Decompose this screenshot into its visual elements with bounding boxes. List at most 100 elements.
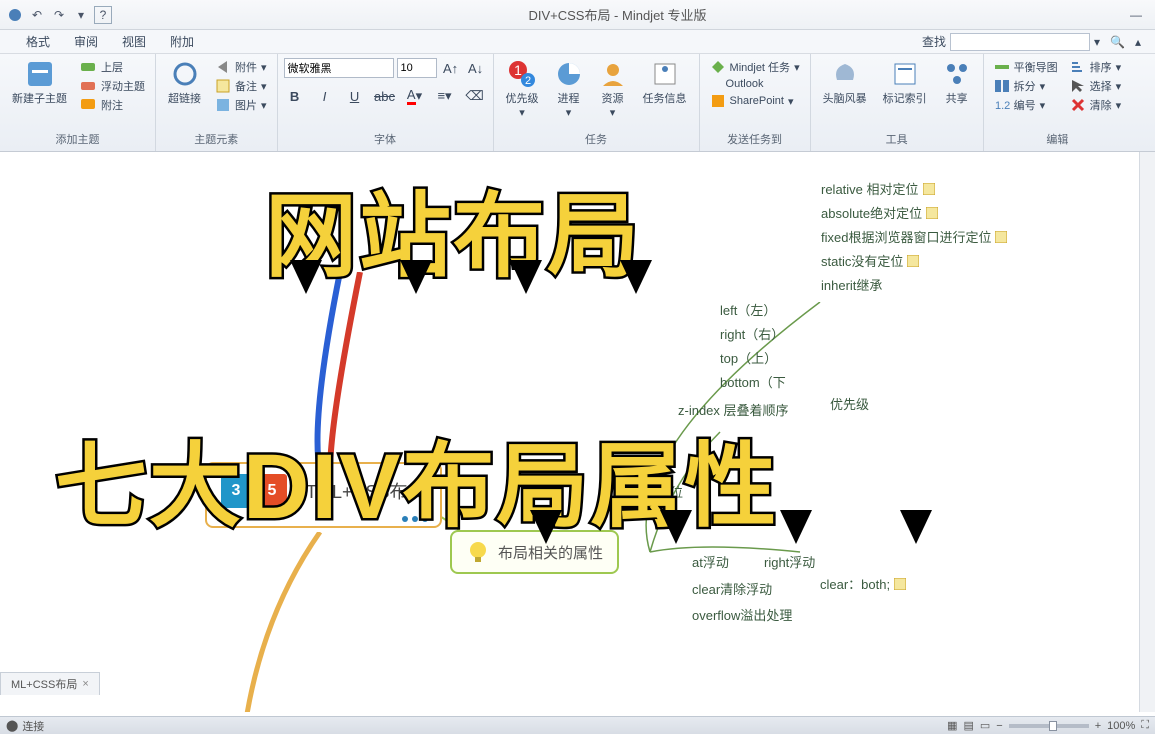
node-inherit[interactable]: inherit继承 xyxy=(821,275,882,294)
status-text: 连接 xyxy=(22,718,44,734)
node-float-right[interactable]: right浮动 xyxy=(764,552,815,571)
hyperlink-button[interactable]: 超链接 xyxy=(162,58,207,108)
shrink-font-icon[interactable]: A↓ xyxy=(465,58,487,78)
qat-more-icon[interactable]: ▾ xyxy=(72,6,90,24)
node-float-left[interactable]: at浮动 xyxy=(692,552,729,571)
decorative-triangle xyxy=(400,260,432,294)
notes-button[interactable]: 备注▾ xyxy=(211,77,271,95)
view-mode-icon[interactable]: ▤ xyxy=(963,719,973,732)
decorative-triangle xyxy=(660,510,692,544)
group-label-font: 字体 xyxy=(284,129,487,147)
node-overflow[interactable]: overflow溢出处理 xyxy=(692,605,792,624)
group-send: Mindjet 任务▾ Outlook SharePoint▾ 发送任务到 xyxy=(700,54,811,151)
select-button[interactable]: 选择▾ xyxy=(1066,77,1126,95)
quick-access-toolbar: ↶ ↷ ▾ ? xyxy=(6,6,112,24)
node-fixed[interactable]: fixed根据浏览器窗口进行定位 xyxy=(821,227,1007,246)
group-tools: 头脑风暴 标记索引 共享 工具 xyxy=(811,54,984,151)
underline-button[interactable]: U xyxy=(344,86,366,106)
binoculars-icon[interactable]: 🔍 xyxy=(1110,35,1125,49)
callout-button[interactable]: 附注 xyxy=(77,96,149,114)
tab-bar: ML+CSS布局 × xyxy=(0,672,100,694)
outlook-button[interactable]: Outlook xyxy=(706,77,804,91)
new-subtopic-button[interactable]: 新建子主题 xyxy=(6,58,73,108)
zoom-slider[interactable] xyxy=(1009,724,1089,728)
node-right[interactable]: right（右） xyxy=(720,324,784,343)
sort-button[interactable]: 排序▾ xyxy=(1066,58,1126,76)
index-button[interactable]: 标记索引 xyxy=(877,58,933,108)
resource-button[interactable]: 资源▾ xyxy=(593,58,633,121)
group-label-elements: 主题元素 xyxy=(162,129,271,147)
menu-addon[interactable]: 附加 xyxy=(158,30,206,53)
ribbon-minimize-icon[interactable]: ▴ xyxy=(1135,35,1141,49)
view-mode-icon[interactable]: ▭ xyxy=(980,719,990,732)
task-info-button[interactable]: 任务信息 xyxy=(637,58,693,108)
menu-format[interactable]: 格式 xyxy=(14,30,62,53)
floating-topic-button[interactable]: 浮动主题 xyxy=(77,77,149,95)
node-static[interactable]: static没有定位 xyxy=(821,251,919,270)
node-priority[interactable]: 优先级 xyxy=(830,394,869,413)
zoom-level[interactable]: 100% xyxy=(1107,720,1135,732)
document-tab[interactable]: ML+CSS布局 × xyxy=(0,672,100,695)
undo-icon[interactable]: ↶ xyxy=(28,6,46,24)
image-button[interactable]: 图片▾ xyxy=(211,96,271,114)
redo-icon[interactable]: ↷ xyxy=(50,6,68,24)
node-relative[interactable]: relative 相对定位 xyxy=(821,179,935,198)
vertical-scrollbar[interactable] xyxy=(1139,152,1155,712)
font-color-button[interactable]: A▾ xyxy=(404,86,426,106)
font-size-select[interactable] xyxy=(397,58,437,78)
group-elements: 超链接 附件▾ 备注▾ 图片▾ 主题元素 xyxy=(156,54,278,151)
statusbar: ⬤ 连接 ▦ ▤ ▭ − + 100% ⛶ xyxy=(0,716,1155,734)
sharepoint-button[interactable]: SharePoint▾ xyxy=(706,92,804,110)
grow-font-icon[interactable]: A↑ xyxy=(440,58,462,78)
note-icon xyxy=(894,578,906,590)
balance-button[interactable]: 平衡导图 xyxy=(990,58,1062,76)
node-top[interactable]: top（上） xyxy=(720,348,777,367)
search-area: 查找 ▾ 🔍 ▴ xyxy=(922,33,1141,51)
strike-button[interactable]: abc xyxy=(374,86,396,106)
search-label: 查找 xyxy=(922,33,946,50)
view-mode-icon[interactable]: ▦ xyxy=(947,719,957,732)
node-clear[interactable]: clear清除浮动 xyxy=(692,579,772,598)
minimize-icon[interactable]: — xyxy=(1123,5,1149,25)
help-icon[interactable]: ? xyxy=(94,6,112,24)
tab-label: ML+CSS布局 xyxy=(11,676,77,692)
mindmap-canvas[interactable]: 3 5 HTML+CSS布局 布局相关的属性 定位 relative 相对定位 … xyxy=(0,152,1155,712)
progress-button[interactable]: 进程▾ xyxy=(549,58,589,121)
fit-icon[interactable]: ⛶ xyxy=(1141,719,1149,732)
menu-view[interactable]: 视图 xyxy=(110,30,158,53)
number-button[interactable]: 1.2编号▾ xyxy=(990,96,1062,114)
clear-format-button[interactable]: ⌫ xyxy=(464,86,486,106)
node-bottom[interactable]: bottom（下 xyxy=(720,372,786,391)
clear-button[interactable]: 清除▾ xyxy=(1066,96,1126,114)
decorative-triangle xyxy=(900,510,932,544)
svg-text:1.2: 1.2 xyxy=(995,100,1010,112)
node-clear-both[interactable]: clear：both; xyxy=(820,574,906,593)
search-input[interactable] xyxy=(950,33,1090,51)
split-button[interactable]: 拆分▾ xyxy=(990,77,1062,95)
group-edit: 平衡导图 拆分▾ 1.2编号▾ 排序▾ 选择▾ 清除▾ 编辑 xyxy=(984,54,1132,151)
brainstorm-button[interactable]: 头脑风暴 xyxy=(817,58,873,108)
tab-close-icon[interactable]: × xyxy=(82,678,88,690)
align-button[interactable]: ≡▾ xyxy=(434,86,456,106)
font-family-select[interactable] xyxy=(284,58,394,78)
decorative-triangle xyxy=(780,510,812,544)
decorative-triangle xyxy=(620,260,652,294)
zoom-in-icon[interactable]: + xyxy=(1095,720,1101,732)
upper-topic-button[interactable]: 上层 xyxy=(77,58,149,76)
search-dropdown-icon[interactable]: ▾ xyxy=(1094,35,1100,49)
app-menu-icon[interactable] xyxy=(6,6,24,24)
priority-button[interactable]: 12优先级▾ xyxy=(500,58,545,121)
decorative-triangle xyxy=(530,510,562,544)
mindjet-task-button[interactable]: Mindjet 任务▾ xyxy=(706,58,804,76)
zoom-out-icon[interactable]: − xyxy=(996,720,1002,732)
menu-review[interactable]: 审阅 xyxy=(62,30,110,53)
attach-button[interactable]: 附件▾ xyxy=(211,58,271,76)
share-button[interactable]: 共享 xyxy=(937,58,977,108)
group-add-topic: 新建子主题 上层 浮动主题 附注 添加主题 xyxy=(0,54,156,151)
bold-button[interactable]: B xyxy=(284,86,306,106)
group-label-task: 任务 xyxy=(500,129,693,147)
svg-text:2: 2 xyxy=(525,75,531,87)
node-left[interactable]: left（左） xyxy=(720,300,776,319)
node-absolute[interactable]: absolute绝对定位 xyxy=(821,203,938,222)
italic-button[interactable]: I xyxy=(314,86,336,106)
